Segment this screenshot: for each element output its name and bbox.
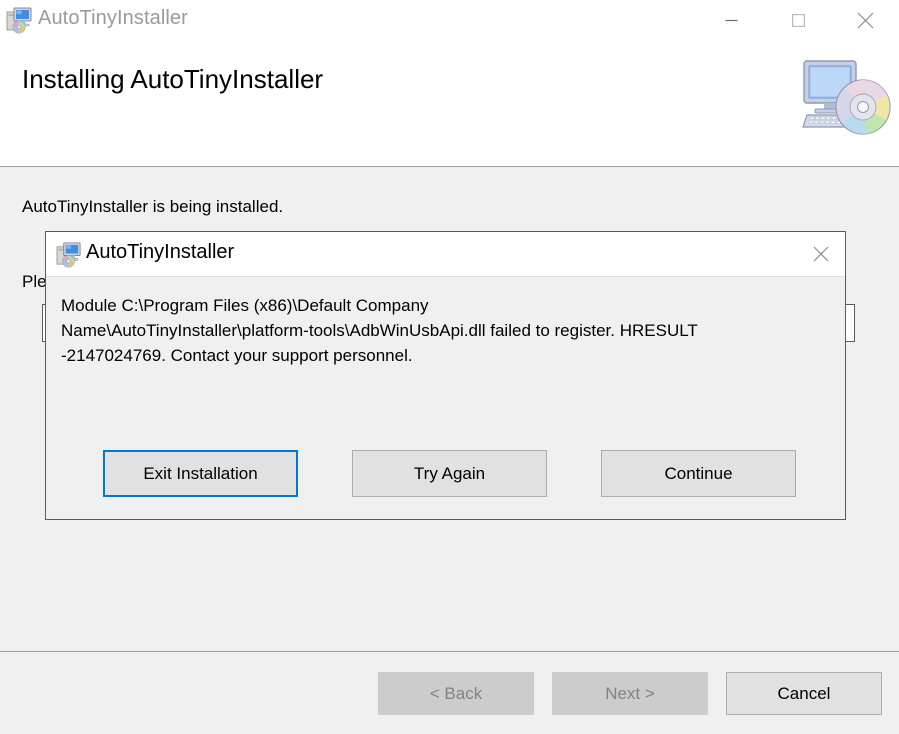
minimize-icon[interactable]: [698, 0, 765, 41]
wizard-footer: < Back Next > Cancel: [0, 652, 899, 734]
close-icon[interactable]: [797, 232, 845, 276]
maximize-icon[interactable]: [765, 0, 832, 41]
wizard-header: Installing AutoTinyInstaller: [0, 41, 899, 167]
installer-window: AutoTinyInstaller Installing AutoTinyIns…: [0, 0, 899, 734]
error-dialog-buttons: Exit Installation Try Again Continue: [46, 450, 845, 510]
error-dialog: AutoTinyInstaller Module C:\Program File…: [45, 231, 846, 520]
error-message-text: Module C:\Program Files (x86)\Default Co…: [61, 296, 698, 365]
window-controls: [698, 0, 899, 41]
cancel-button[interactable]: Cancel: [726, 672, 882, 715]
installer-computer-disc-icon: [6, 6, 34, 34]
back-button[interactable]: < Back: [378, 672, 534, 715]
window-title: AutoTinyInstaller: [38, 7, 188, 29]
page-title: Installing AutoTinyInstaller: [22, 64, 324, 94]
installer-computer-disc-icon: [56, 241, 83, 268]
error-dialog-titlebar: AutoTinyInstaller: [46, 232, 845, 277]
continue-button[interactable]: Continue: [601, 450, 796, 497]
error-dialog-title: AutoTinyInstaller: [86, 241, 235, 263]
try-again-button[interactable]: Try Again: [352, 450, 547, 497]
window-titlebar: AutoTinyInstaller: [0, 0, 899, 41]
install-status-text: AutoTinyInstaller is being installed.: [22, 197, 284, 216]
computer-cd-graphic: [801, 59, 893, 147]
exit-installation-button[interactable]: Exit Installation: [103, 450, 298, 497]
close-icon[interactable]: [832, 0, 899, 41]
next-button[interactable]: Next >: [552, 672, 708, 715]
